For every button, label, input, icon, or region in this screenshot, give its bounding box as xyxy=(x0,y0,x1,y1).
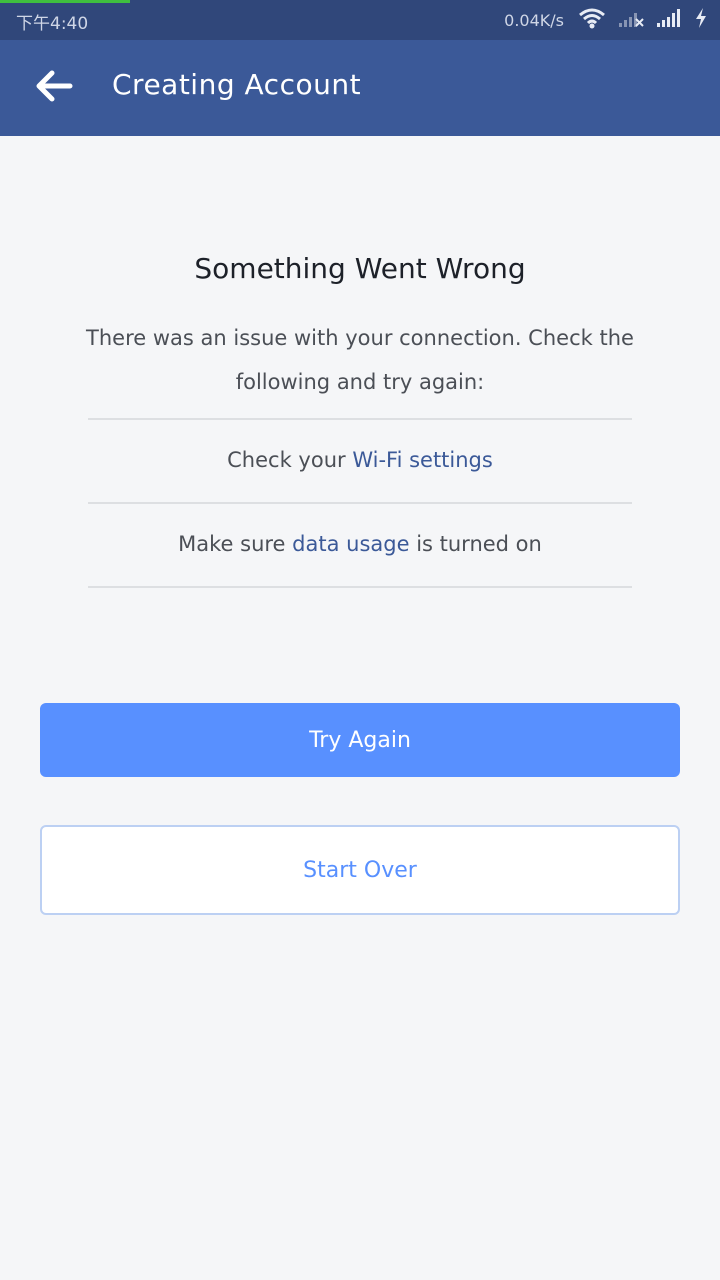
status-time: 下午4:40 xyxy=(16,14,89,34)
try-again-label: Try Again xyxy=(309,727,411,753)
check-item-text: Check your xyxy=(227,448,353,472)
divider xyxy=(88,502,632,504)
check-item-text: Make sure xyxy=(178,532,293,556)
check-item-wifi: Check your Wi-Fi settings xyxy=(88,448,632,472)
signal-off-icon xyxy=(618,8,644,33)
divider xyxy=(88,418,632,420)
charging-icon xyxy=(694,7,708,34)
start-over-label: Start Over xyxy=(303,857,417,883)
signal-icon xyxy=(656,8,682,33)
try-again-button[interactable]: Try Again xyxy=(40,703,680,777)
start-over-button[interactable]: Start Over xyxy=(40,825,680,915)
divider xyxy=(88,586,632,588)
data-usage-link[interactable]: data usage xyxy=(292,532,409,556)
status-icons: 0.04K/s xyxy=(504,0,708,40)
check-item-text: is turned on xyxy=(409,532,542,556)
loading-progress-line xyxy=(0,0,130,3)
check-item-data-usage: Make sure data usage is turned on xyxy=(88,532,632,556)
wifi-icon xyxy=(578,7,606,34)
wifi-settings-link[interactable]: Wi-Fi settings xyxy=(352,448,493,472)
network-speed: 0.04K/s xyxy=(504,10,564,30)
app-bar: Creating Account xyxy=(0,40,720,136)
arrow-left-icon xyxy=(34,69,74,107)
status-bar: 下午4:40 0.04K/s xyxy=(0,0,720,40)
error-title: Something Went Wrong xyxy=(194,252,526,285)
error-message: There was an issue with your connection.… xyxy=(86,326,634,394)
page-title: Creating Account xyxy=(112,68,362,101)
back-button[interactable] xyxy=(24,62,84,114)
